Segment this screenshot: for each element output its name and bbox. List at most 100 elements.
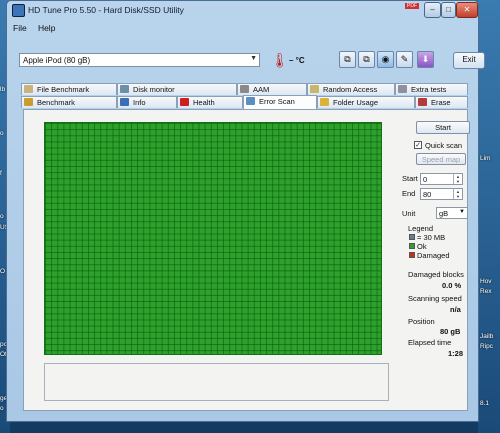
tab-label: Benchmark xyxy=(37,98,75,107)
tab-label: File Benchmark xyxy=(37,85,90,94)
disk-monitor-icon xyxy=(120,85,129,93)
pdf-badge: PDF xyxy=(405,3,419,9)
drive-select-value: Apple iPod (80 gB) xyxy=(23,56,91,65)
health-cross-icon xyxy=(180,98,189,106)
copy-screenshot-icon[interactable]: ⧉ xyxy=(358,51,375,68)
scanning-speed-value: n/a xyxy=(450,305,461,314)
start-field-label: Start xyxy=(402,174,418,183)
chevron-down-icon: ▼ xyxy=(250,55,257,62)
desktop-icon-label[interactable]: Ripc xyxy=(480,343,493,350)
quick-scan-checkbox[interactable]: ✓ xyxy=(414,141,422,149)
elapsed-time-value: 1:28 xyxy=(448,349,464,358)
menu-help[interactable]: Help xyxy=(38,23,55,33)
desktop-icon-label[interactable]: Rex xyxy=(480,288,492,295)
spinner-icon[interactable]: ▲ ▼ xyxy=(453,189,462,199)
title-bar[interactable]: HD Tune Pro 5.50 - Hard Disk/SSD Utility… xyxy=(7,1,478,19)
elapsed-time-label: Elapsed time xyxy=(408,338,452,347)
window-title: HD Tune Pro 5.50 - Hard Disk/SSD Utility xyxy=(28,5,184,15)
end-field-label: End xyxy=(402,189,416,198)
copy-info-icon[interactable]: ⧉ xyxy=(339,51,356,68)
tab-label: Folder Usage xyxy=(333,98,379,107)
hdtune-app-icon xyxy=(12,4,25,17)
desktop-icon-label[interactable]: o xyxy=(0,213,4,220)
folder-icon xyxy=(320,98,329,106)
legend-damaged-label: Damaged xyxy=(417,251,450,260)
tab-label: Disk monitor xyxy=(133,85,175,94)
desktop-icon-label[interactable]: lb xyxy=(0,86,5,93)
tab-label: Health xyxy=(193,98,215,107)
spinner-icon[interactable]: ▲ ▼ xyxy=(453,174,462,184)
speed-map-button[interactable]: Speed map xyxy=(416,153,466,165)
exit-button[interactable]: Exit xyxy=(453,52,485,69)
unit-select[interactable]: gB ▼ xyxy=(436,207,468,219)
minimize-button[interactable]: – xyxy=(424,2,441,18)
tab-aam[interactable]: AAM xyxy=(237,83,307,95)
random-access-icon xyxy=(310,85,319,93)
error-scan-panel: Start ✓ Quick scan Speed map Start 0 ▲ ▼ … xyxy=(23,109,470,411)
thermometer-icon: 🌡 xyxy=(271,52,289,68)
tab-label: Info xyxy=(133,98,146,107)
legend-ok-swatch xyxy=(409,243,415,249)
desktop-icon-label[interactable]: o xyxy=(0,130,4,137)
extra-tests-icon xyxy=(398,85,407,93)
tab-error-scan[interactable]: Error Scan xyxy=(243,95,317,109)
menu-file[interactable]: File xyxy=(13,23,27,33)
quick-scan-label: Quick scan xyxy=(425,141,463,150)
end-field-value: 80 xyxy=(423,190,432,199)
close-button[interactable]: ✕ xyxy=(456,2,478,18)
unit-label: Unit xyxy=(402,209,416,218)
tab-erase[interactable]: Erase xyxy=(415,96,468,108)
start-field[interactable]: 0 ▲ ▼ xyxy=(420,173,463,185)
scanning-speed-label: Scanning speed xyxy=(408,294,462,303)
legend-ok-label: Ok xyxy=(417,242,427,251)
tab-extra-tests[interactable]: Extra tests xyxy=(395,83,468,95)
desktop-icon-label[interactable]: Jailb xyxy=(480,333,493,340)
tab-disk-monitor[interactable]: Disk monitor xyxy=(117,83,237,95)
camera-icon[interactable]: ◉ xyxy=(377,51,394,68)
error-scan-icon xyxy=(246,97,255,105)
legend-damaged-swatch xyxy=(409,252,415,258)
download-icon[interactable]: ⬇ xyxy=(417,51,434,68)
desktop-icon-label[interactable]: o xyxy=(0,405,4,412)
end-field[interactable]: 80 ▲ ▼ xyxy=(420,188,463,200)
menu-bar: File Help xyxy=(13,23,64,35)
tab-random-access[interactable]: Random Access xyxy=(307,83,395,95)
scan-block-map xyxy=(44,122,382,355)
tab-label: AAM xyxy=(253,85,270,94)
maximize-button[interactable]: □ xyxy=(441,2,456,18)
options-icon[interactable]: ✎ xyxy=(396,51,413,68)
temperature-readout: – °C xyxy=(289,56,305,65)
chevron-down-icon: ▼ xyxy=(459,209,465,215)
tab-file-benchmark[interactable]: File Benchmark xyxy=(21,83,117,95)
drive-select[interactable]: Apple iPod (80 gB) ▼ xyxy=(19,53,260,67)
damaged-blocks-value: 0.0 % xyxy=(442,281,462,290)
aam-icon xyxy=(240,85,249,93)
start-field-value: 0 xyxy=(423,175,428,184)
tab-label: Error Scan xyxy=(259,97,295,106)
legend-title: Legend xyxy=(408,224,434,233)
scan-log-box[interactable] xyxy=(44,363,389,401)
tab-label: Extra tests xyxy=(411,85,447,94)
desktop-icon-label[interactable]: f xyxy=(0,170,2,177)
file-benchmark-icon xyxy=(24,85,33,93)
desktop-icon-label[interactable]: 8.1 xyxy=(480,400,489,407)
desktop-icon-label[interactable]: Lim xyxy=(480,155,490,162)
desktop-icon-label[interactable]: O xyxy=(0,268,5,275)
tab-row-bottom: Benchmark Info Health Error Scan Folder … xyxy=(21,95,468,109)
damaged-blocks-label: Damaged blocks xyxy=(408,270,464,279)
legend-block-label: = 30 MB xyxy=(417,233,446,242)
start-button[interactable]: Start xyxy=(416,121,470,134)
desktop-icon-label[interactable]: Hov xyxy=(480,278,492,285)
unit-select-value: gB xyxy=(439,209,449,218)
position-value: 80 gB xyxy=(440,327,461,336)
tab-health[interactable]: Health xyxy=(177,96,243,108)
tab-folder-usage[interactable]: Folder Usage xyxy=(317,96,415,108)
toolbar: Apple iPod (80 gB) ▼ 🌡 – °C ⧉ ⧉ ◉ ✎ ⬇ Ex… xyxy=(13,48,485,74)
tab-info[interactable]: Info xyxy=(117,96,177,108)
tab-label: Erase xyxy=(431,98,451,107)
benchmark-icon xyxy=(24,98,33,106)
hdtune-window: HD Tune Pro 5.50 - Hard Disk/SSD Utility… xyxy=(6,0,485,422)
erase-icon xyxy=(418,98,427,106)
tab-benchmark[interactable]: Benchmark xyxy=(21,96,117,108)
position-label: Position xyxy=(408,317,435,326)
